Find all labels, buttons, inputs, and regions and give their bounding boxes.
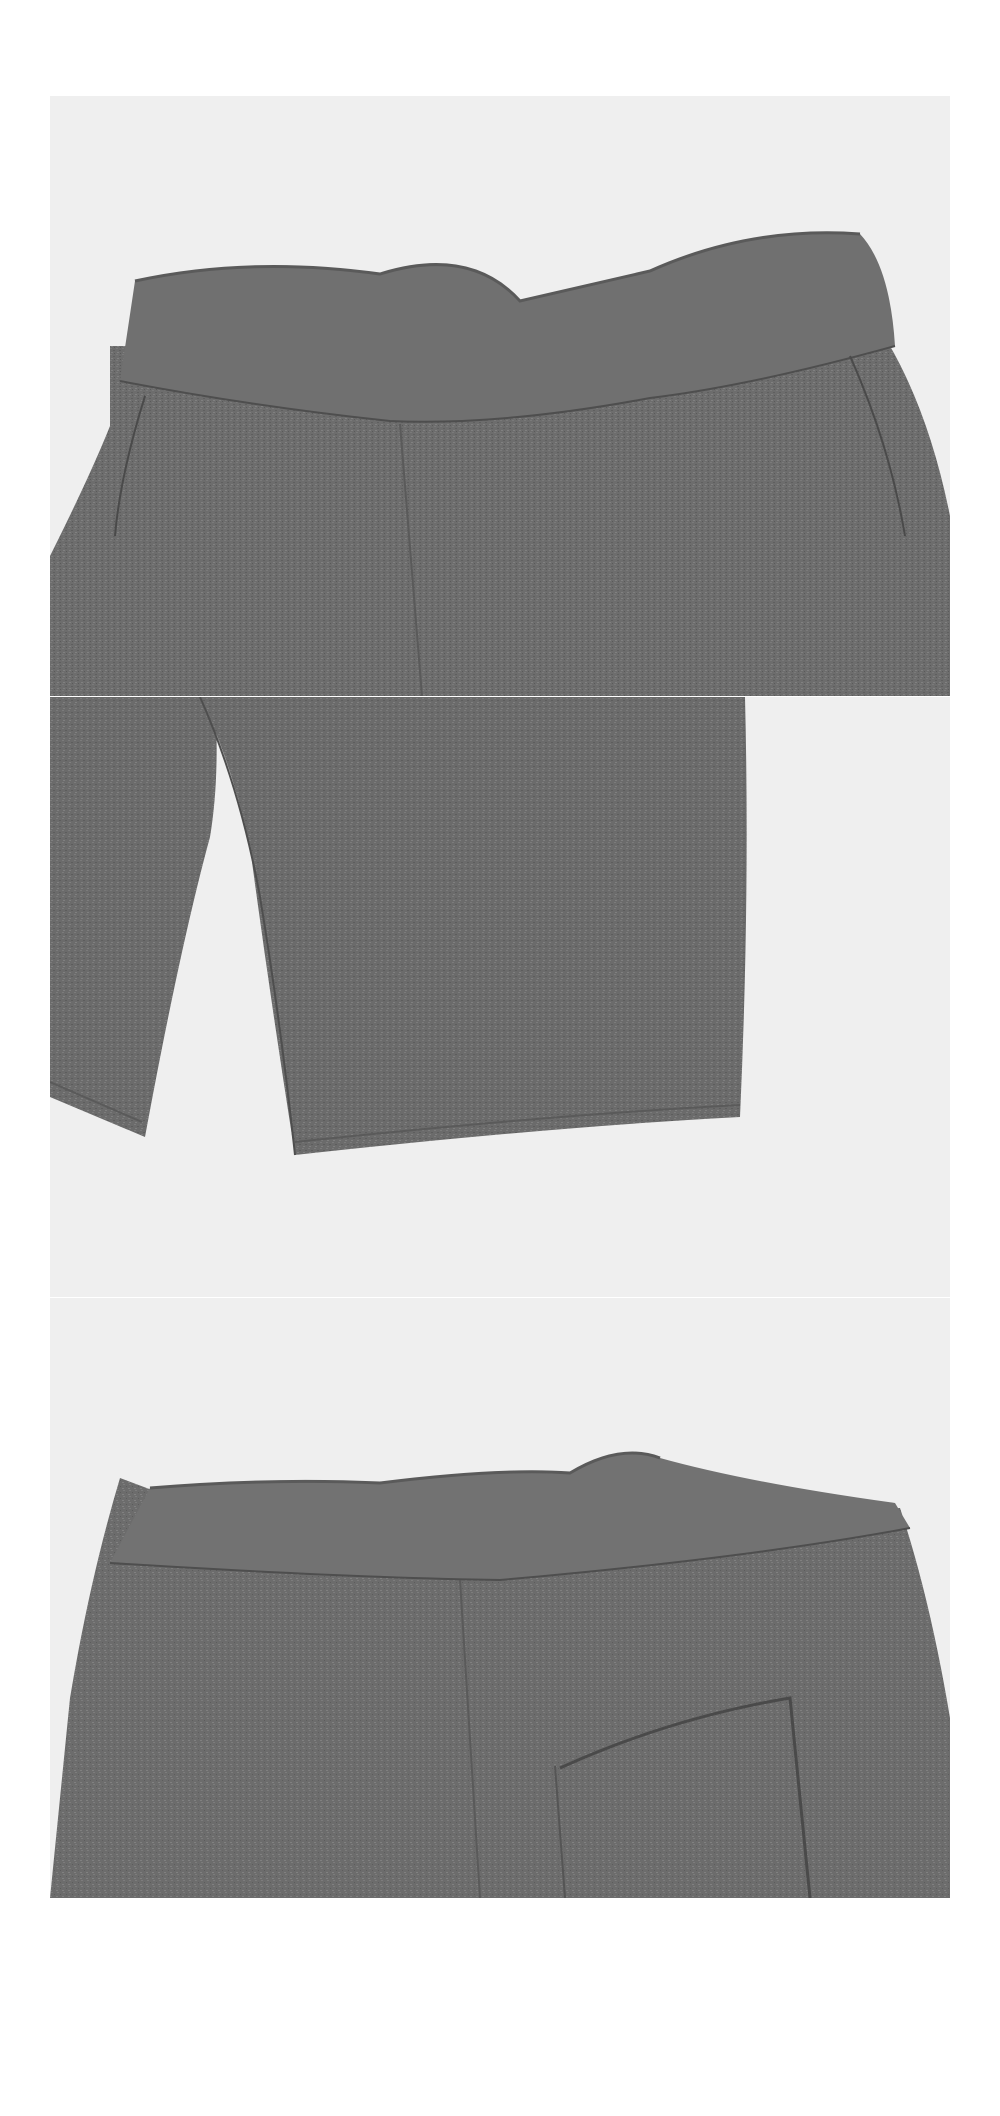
back-pocket-image (50, 1451, 950, 1898)
leg-back (50, 697, 217, 1137)
photo-back-pocket (50, 1298, 950, 1898)
waistband-front-image (50, 231, 950, 696)
leg-hem-image (50, 697, 747, 1156)
photo-leg-hem (50, 697, 950, 1297)
leg-front (200, 697, 747, 1155)
photo-waistband-front (50, 96, 950, 696)
